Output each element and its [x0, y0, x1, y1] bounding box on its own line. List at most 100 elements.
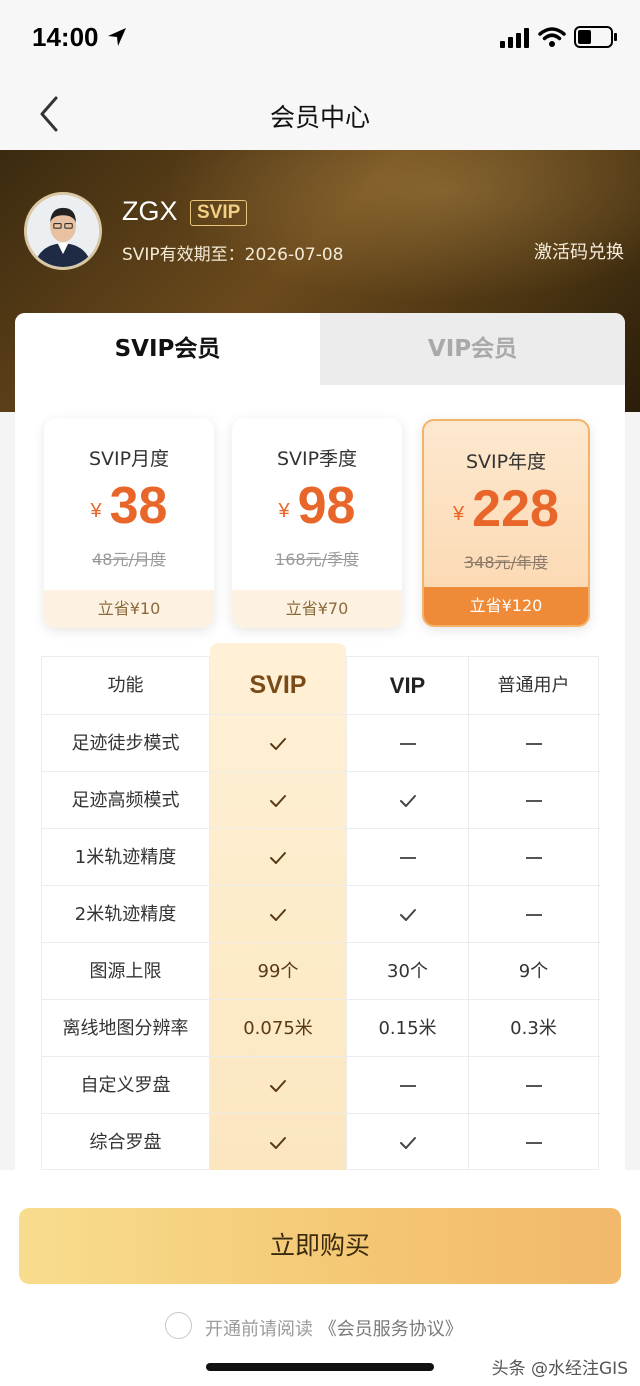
vip-value — [346, 886, 468, 943]
feature-name: 2米轨迹精度 — [42, 886, 210, 943]
agreement-prefix: 开通前请阅读 — [205, 1319, 313, 1340]
check-icon — [270, 795, 286, 807]
header-shine — [140, 150, 640, 310]
avatar[interactable] — [24, 192, 102, 270]
feature-comparison-table: 功能 SVIP VIP 普通用户 足迹徒步模式 足迹高频模式 1米轨迹精度 2米轨迹精… — [41, 643, 600, 1171]
tab-svip-member[interactable]: SVIP会员 — [15, 313, 320, 385]
plan-price: ¥98 — [232, 476, 402, 536]
plan-quarterly[interactable]: SVIP季度 ¥98 168元/季度 立省¥70 — [232, 418, 402, 628]
table-row: 自定义罗盘 — [42, 1056, 600, 1114]
normal-user-value — [468, 829, 598, 886]
dash-icon — [399, 1085, 416, 1087]
table-row: 综合罗盘 — [42, 1113, 600, 1171]
dash-icon — [525, 800, 542, 802]
feature-name: 足迹徒步模式 — [42, 715, 210, 772]
table-row: 1米轨迹精度 — [42, 828, 600, 886]
normal-user-value — [468, 886, 598, 943]
currency-symbol: ¥ — [90, 500, 102, 522]
plan-name: SVIP年度 — [465, 451, 547, 473]
avatar-portrait-icon — [27, 195, 99, 267]
check-icon — [270, 852, 286, 864]
vip-value — [346, 715, 468, 772]
table-row: 2米轨迹精度 — [42, 885, 600, 943]
status-time: 14:00 — [32, 22, 99, 52]
location-arrow-icon — [108, 28, 126, 46]
battery-icon — [574, 26, 617, 48]
normal-user-value: 0.3米 — [468, 1000, 598, 1057]
plan-yearly[interactable]: SVIP年度 ¥228 348元/年度 立省¥120 — [422, 419, 590, 627]
agreement-checkbox[interactable] — [165, 1312, 192, 1339]
savings-label: 立省¥10 — [44, 590, 214, 628]
currency-symbol: ¥ — [278, 500, 290, 522]
table-row: 足迹高频模式 — [42, 771, 600, 829]
savings-label: 立省¥70 — [232, 590, 402, 628]
svip-badge: SVIP — [190, 200, 248, 226]
nav-bar: 会员中心 — [0, 80, 640, 150]
status-bar: 14:00 — [0, 0, 640, 80]
check-icon — [270, 1137, 286, 1149]
plan-name: SVIP季度 — [276, 448, 358, 470]
table-header-row: 功能 SVIP VIP 普通用户 — [42, 657, 600, 714]
svip-value — [210, 715, 346, 772]
tab-vip-member[interactable]: VIP会员 — [320, 313, 625, 385]
dash-icon — [525, 857, 542, 859]
home-indicator[interactable] — [206, 1363, 434, 1371]
normal-user-value — [468, 715, 598, 772]
dash-icon — [525, 743, 542, 745]
feature-name: 自定义罗盘 — [42, 1057, 210, 1114]
svip-value — [210, 1114, 346, 1171]
check-icon — [270, 738, 286, 750]
page-title: 会员中心 — [269, 103, 370, 132]
plan-name: SVIP月度 — [88, 448, 170, 470]
table-row: 图源上限 99个 30个 9个 — [42, 942, 600, 1000]
vip-value — [346, 1114, 468, 1171]
header-normal-user: 普通用户 — [468, 657, 598, 714]
feature-name: 1米轨迹精度 — [42, 829, 210, 886]
vip-value — [346, 772, 468, 829]
bottom-bar: 立即购买 开通前请阅读 《会员服务协议》 头条 @水经注GIS — [0, 1170, 640, 1386]
dash-icon — [399, 743, 416, 745]
table-row: 离线地图分辨率 0.075米 0.15米 0.3米 — [42, 999, 600, 1057]
table-row: 足迹徒步模式 — [42, 714, 600, 772]
check-icon — [270, 909, 286, 921]
svip-value — [210, 886, 346, 943]
currency-symbol: ¥ — [453, 503, 465, 525]
normal-user-value — [468, 772, 598, 829]
price-amount: 38 — [109, 477, 168, 535]
feature-name: 综合罗盘 — [42, 1114, 210, 1171]
original-price: 348元/年度 — [464, 553, 548, 572]
vip-value: 0.15米 — [346, 1000, 468, 1057]
plan-monthly[interactable]: SVIP月度 ¥38 48元/月度 立省¥10 — [44, 418, 214, 628]
vip-value — [346, 829, 468, 886]
dash-icon — [399, 857, 416, 859]
svip-value — [210, 1057, 346, 1114]
check-icon — [399, 1137, 416, 1149]
plan-price: ¥228 — [424, 479, 588, 539]
normal-user-value — [468, 1057, 598, 1114]
plan-price: ¥38 — [44, 476, 214, 536]
dash-icon — [525, 914, 542, 916]
expire-date: SVIP有效期至：2026-07-08 — [122, 245, 344, 265]
vip-value: 30个 — [346, 943, 468, 1000]
price-amount: 228 — [472, 480, 559, 538]
svip-value — [210, 772, 346, 829]
check-icon — [399, 909, 416, 921]
normal-user-value — [468, 1114, 598, 1171]
buy-now-button[interactable]: 立即购买 — [19, 1208, 621, 1284]
feature-name: 图源上限 — [42, 943, 210, 1000]
header-svip: SVIP — [249, 671, 307, 699]
username: ZGX — [122, 196, 178, 226]
original-price: 168元/季度 — [275, 550, 359, 569]
feature-name: 足迹高频模式 — [42, 772, 210, 829]
wifi-icon — [538, 27, 566, 47]
redeem-code-link[interactable]: 激活码兑换 — [534, 238, 624, 264]
service-agreement-link[interactable]: 《会员服务协议》 — [319, 1319, 463, 1340]
cellular-signal-icon — [500, 28, 529, 48]
check-icon — [399, 795, 416, 807]
savings-label: 立省¥120 — [424, 587, 588, 625]
header-vip: VIP — [346, 657, 468, 714]
watermark: 头条 @水经注GIS — [491, 1359, 628, 1379]
membership-card: SVIP会员 VIP会员 SVIP月度 ¥38 48元/月度 立省¥10 SVI… — [15, 313, 625, 1183]
dash-icon — [525, 1085, 542, 1087]
check-icon — [270, 1080, 286, 1092]
